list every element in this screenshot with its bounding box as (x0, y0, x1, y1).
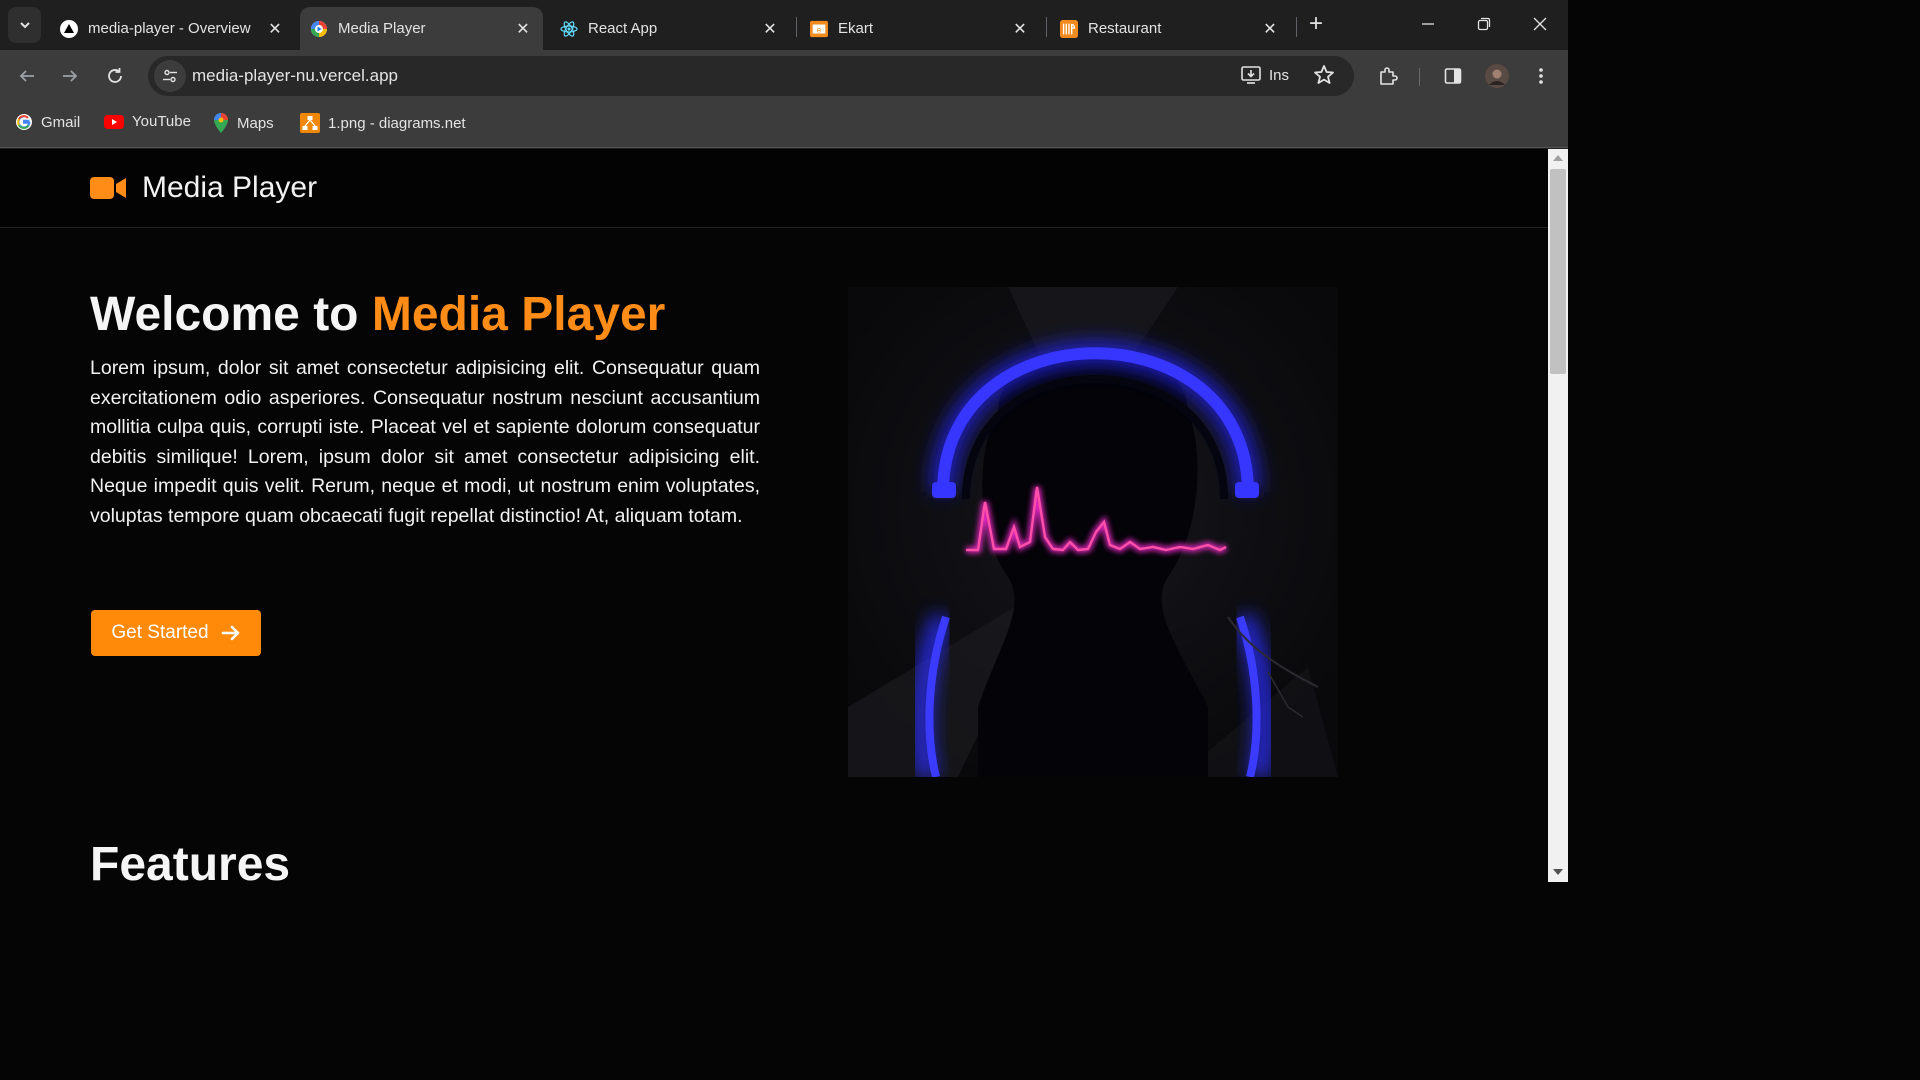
install-label: Ins (1269, 66, 1290, 84)
reload-icon (108, 68, 122, 83)
tab-react-app[interactable]: React App ✕ (550, 7, 790, 50)
chevron-down-icon (19, 22, 30, 29)
bookmark-label: Maps (237, 114, 274, 132)
bookmark-label: 1.png - diagrams.net (328, 114, 466, 132)
hero-description: Lorem ipsum, dolor sit amet consectetur … (90, 357, 760, 527)
bookmark-star-button[interactable] (1313, 64, 1335, 91)
tab-title: Restaurant (1088, 20, 1162, 37)
tab-media-player[interactable]: Media Player ✕ (300, 7, 543, 50)
tab-separator (1046, 17, 1047, 37)
tab-strip: media-player - Overview ✕ Media Player ✕… (0, 0, 1568, 50)
bookmark-youtube[interactable]: YouTube (104, 113, 191, 130)
restore-icon (1477, 17, 1491, 31)
extensions-button[interactable] (1372, 60, 1404, 92)
tab-title: Media Player (338, 20, 426, 37)
features-heading: Features (90, 838, 291, 882)
get-started-label: Get Started (111, 622, 209, 643)
tune-icon (163, 69, 177, 83)
bookmark-label: Gmail (41, 113, 81, 131)
side-panel-button[interactable] (1437, 60, 1469, 92)
browser-chrome: media-player - Overview ✕ Media Player ✕… (0, 0, 1568, 149)
install-app-button[interactable]: Ins (1241, 65, 1289, 85)
minimize-button[interactable] (1400, 0, 1456, 48)
restaurant-icon (1060, 19, 1078, 38)
avatar-icon (1485, 64, 1509, 88)
bookmark-gmail[interactable]: Gmail (15, 113, 80, 131)
more-vert-icon (1539, 68, 1543, 84)
bookmark-diagrams[interactable]: 1.png - diagrams.net (300, 113, 466, 133)
forward-button[interactable] (54, 60, 86, 92)
arrow-right-icon (63, 70, 78, 82)
google-icon (16, 114, 32, 130)
video-camera-icon (90, 177, 126, 199)
puzzle-icon (1380, 67, 1398, 85)
tab-title: React App (588, 20, 658, 37)
reload-button[interactable] (99, 60, 131, 92)
tab-search-button[interactable] (8, 7, 41, 43)
tab-separator (796, 17, 797, 37)
site-header: Media Player (0, 149, 1548, 228)
plus-icon: + (1308, 10, 1323, 37)
scrollbar-thumb[interactable] (1550, 169, 1566, 374)
bookmark-maps[interactable]: Maps (213, 113, 274, 133)
close-icon[interactable]: ✕ (758, 17, 782, 41)
close-window-button[interactable] (1512, 0, 1568, 48)
install-icon (1241, 66, 1261, 84)
tab-title: media-player - Overview (88, 20, 251, 37)
browser-toolbar: media-player-nu.vercel.app Ins (0, 50, 1568, 100)
hero-title-accent: Media Player (371, 288, 666, 341)
arrow-left-icon (19, 70, 34, 82)
site-info-button[interactable] (154, 60, 186, 92)
url-text[interactable]: media-player-nu.vercel.app (192, 66, 398, 86)
profile-avatar[interactable] (1481, 60, 1513, 92)
tab-media-player-overview[interactable]: media-player - Overview ✕ (50, 7, 295, 50)
ekart-icon: e (810, 20, 828, 38)
scroll-up-icon[interactable] (1553, 155, 1563, 161)
page-content: Media Player Welcome to Media Player Lor… (0, 149, 1548, 882)
new-tab-button[interactable]: + (1292, 0, 1340, 48)
side-panel-icon (1444, 68, 1462, 84)
hero-title: Welcome to Media Player (90, 287, 665, 342)
close-icon[interactable]: ✕ (1008, 17, 1032, 41)
address-bar[interactable]: media-player-nu.vercel.app Ins (148, 56, 1354, 96)
media-player-favicon-icon (310, 20, 328, 38)
menu-button[interactable] (1525, 60, 1557, 92)
react-icon (560, 20, 578, 38)
back-button[interactable] (11, 60, 43, 92)
scroll-down-icon[interactable] (1553, 869, 1563, 875)
diagrams-icon (300, 113, 320, 133)
arrow-right-icon (221, 625, 239, 641)
vercel-icon (60, 19, 78, 38)
hero-title-prefix: Welcome to (90, 288, 372, 341)
tab-ekart[interactable]: e Ekart ✕ (800, 7, 1040, 50)
toolbar-divider (1419, 68, 1420, 86)
maps-pin-icon (214, 113, 228, 133)
page-scrollbar[interactable] (1548, 149, 1568, 882)
minimize-icon (1422, 23, 1434, 25)
restore-button[interactable] (1456, 0, 1512, 48)
bookmark-label: YouTube (132, 113, 191, 130)
tab-title: Ekart (838, 20, 874, 37)
brand-logo[interactable]: Media Player (90, 171, 317, 205)
close-icon[interactable]: ✕ (511, 17, 535, 41)
close-icon[interactable]: ✕ (1258, 17, 1282, 41)
youtube-icon (104, 114, 124, 129)
bookmarks-bar: Gmail YouTube Maps 1.png - diagrams.net (0, 100, 1568, 148)
close-icon[interactable]: ✕ (263, 17, 287, 41)
svg-text:e: e (817, 25, 822, 34)
brand-name: Media Player (142, 171, 318, 204)
hero-illustration (848, 287, 1338, 777)
star-icon (1314, 65, 1334, 84)
get-started-button[interactable]: Get Started (91, 610, 261, 656)
close-icon (1533, 17, 1547, 31)
tab-restaurant[interactable]: Restaurant ✕ (1050, 7, 1290, 50)
